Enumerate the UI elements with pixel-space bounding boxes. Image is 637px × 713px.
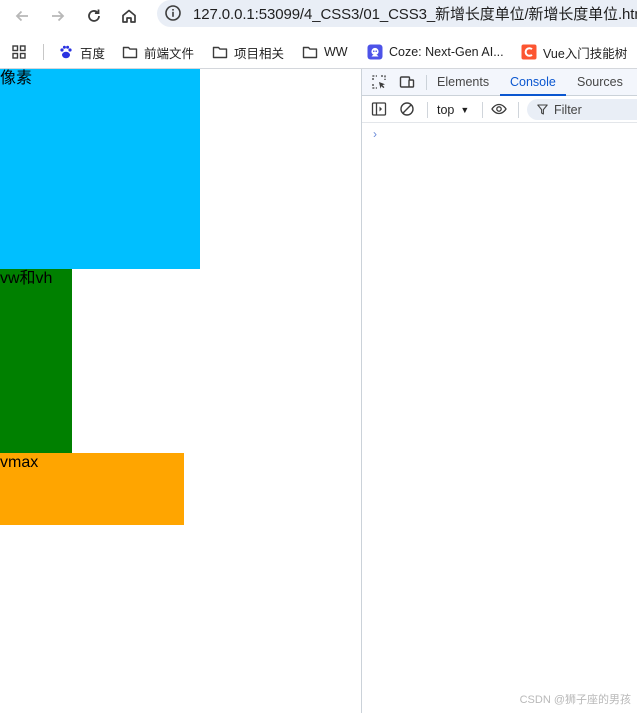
filter-input[interactable]: Filter <box>527 99 637 120</box>
folder-icon <box>212 46 228 59</box>
toolbar-divider <box>482 102 483 118</box>
live-expression-button[interactable] <box>490 100 508 118</box>
url-text[interactable]: 127.0.0.1:53099/4_CSS3/01_CSS3_新增长度单位/新增… <box>193 3 637 24</box>
csdn-icon <box>521 44 537 60</box>
address-bar[interactable]: 127.0.0.1:53099/4_CSS3/01_CSS3_新增长度单位/新增… <box>157 0 637 27</box>
filter-funnel-icon <box>537 104 548 115</box>
bookmark-vue[interactable]: Vue入门技能树 <box>521 40 627 64</box>
reload-button[interactable] <box>80 2 108 30</box>
site-info-icon[interactable] <box>164 4 182 22</box>
clear-console-button[interactable] <box>398 100 416 118</box>
watermark: CSDN @狮子座的男孩 <box>519 694 631 706</box>
back-button[interactable] <box>8 2 36 30</box>
bookmark-baidu[interactable]: 百度 <box>58 40 105 64</box>
tab-sources[interactable]: Sources <box>577 69 623 96</box>
bookmark-ww[interactable]: WW <box>302 40 348 64</box>
tab-console[interactable]: Console <box>500 69 566 96</box>
console-prompt[interactable]: › <box>373 127 377 141</box>
block-label: 像素 <box>0 70 33 87</box>
page-viewport: 像素 vw和vh vmax <box>0 69 361 713</box>
block-label: vmax <box>0 454 39 471</box>
folder-icon <box>122 46 138 59</box>
bookmark-frontend-files[interactable]: 前端文件 <box>122 40 194 64</box>
inspect-element-button[interactable] <box>370 73 388 91</box>
bookmark-label: 前端文件 <box>144 46 195 61</box>
context-selector[interactable]: top ▼ <box>437 101 469 119</box>
device-toolbar-button[interactable] <box>398 73 416 91</box>
bookmark-coze[interactable]: Coze: Next-Gen AI... <box>367 40 504 64</box>
filter-placeholder: Filter <box>554 102 582 117</box>
toolbar-divider <box>427 102 428 118</box>
folder-icon <box>302 46 318 59</box>
bookmarks-bar: 百度 前端文件 项目相关 WW Coze: Next-Gen AI... Vue… <box>0 35 637 69</box>
bookmark-label: 百度 <box>80 46 106 61</box>
bookmark-label: WW <box>324 45 348 59</box>
apps-grid-icon <box>12 45 26 59</box>
reload-icon <box>88 9 100 22</box>
sidebar-toggle-icon <box>371 102 387 116</box>
toggle-sidebar-button[interactable] <box>370 100 388 118</box>
arrow-right-icon <box>52 10 65 22</box>
vw-vh-block: vw和vh <box>0 269 72 453</box>
home-icon <box>122 9 136 23</box>
tab-elements[interactable]: Elements <box>437 69 489 96</box>
devtools-tab-bar: Elements Console Sources <box>362 69 637 96</box>
baidu-paw-icon <box>60 45 72 59</box>
dropdown-caret-icon: ▼ <box>460 105 470 115</box>
coze-icon <box>367 44 383 60</box>
bookmark-label: Coze: Next-Gen AI... <box>389 45 504 59</box>
apps-button[interactable] <box>11 40 27 64</box>
bookmark-project[interactable]: 项目相关 <box>212 40 284 64</box>
context-label: top <box>437 103 455 117</box>
vmax-block: vmax <box>0 453 184 525</box>
toolbar-divider <box>518 102 519 118</box>
clear-block-icon <box>400 102 414 116</box>
bookmark-label: Vue入门技能树 <box>543 46 628 61</box>
home-button[interactable] <box>115 2 143 30</box>
pixel-block: 像素 <box>0 69 200 269</box>
device-toggle-icon <box>399 76 415 88</box>
block-label: vw和vh <box>0 270 53 287</box>
bookmark-label: 项目相关 <box>234 46 285 61</box>
console-toolbar: top ▼ Filter <box>362 96 637 123</box>
forward-button[interactable] <box>44 2 72 30</box>
eye-icon <box>491 103 507 115</box>
devtools-panel: Elements Console Sources top ▼ Filter › … <box>361 69 637 713</box>
tab-divider <box>426 75 427 90</box>
arrow-left-icon <box>15 10 28 22</box>
inspect-cursor-icon <box>372 75 386 89</box>
browser-toolbar: 127.0.0.1:53099/4_CSS3/01_CSS3_新增长度单位/新增… <box>0 0 637 35</box>
bookmarks-separator <box>43 44 44 60</box>
